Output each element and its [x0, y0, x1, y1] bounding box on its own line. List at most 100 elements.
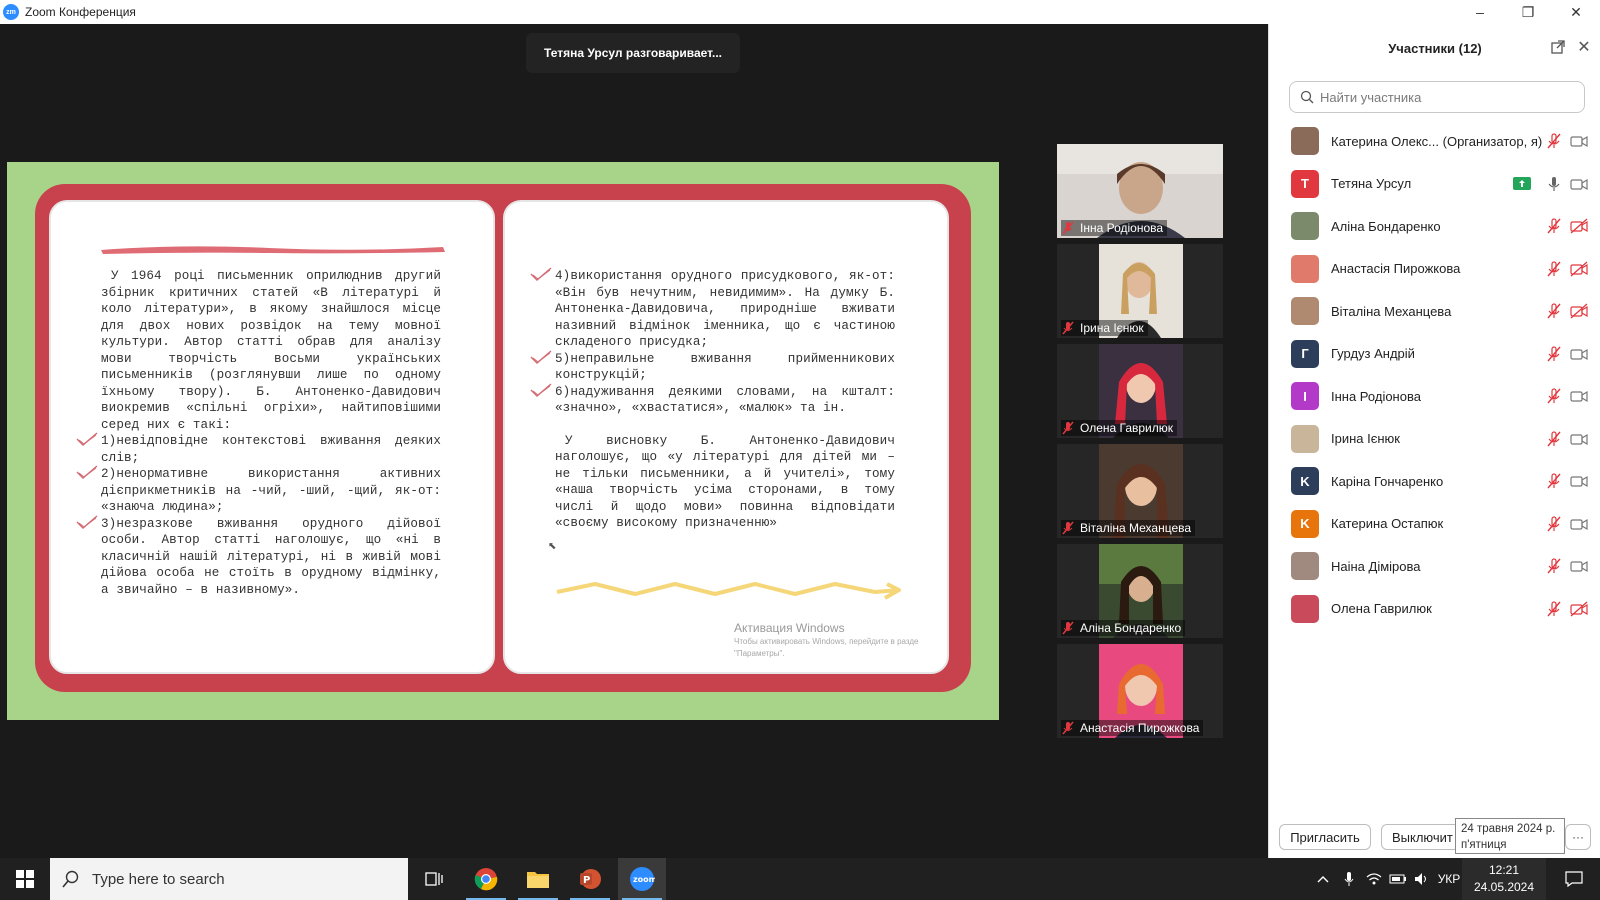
- video-tile[interactable]: Аліна Бондаренко: [1057, 544, 1223, 638]
- camera-off-icon[interactable]: [1570, 303, 1588, 319]
- mic-muted-icon: [1062, 521, 1074, 535]
- camera-off-icon[interactable]: [1570, 601, 1588, 617]
- mic-muted-icon[interactable]: [1546, 218, 1562, 234]
- video-tile[interactable]: Олена Гаврилюк: [1057, 344, 1223, 438]
- avatar: [1291, 594, 1319, 623]
- participant-name: Гурдуз Андрій: [1331, 346, 1415, 362]
- mic-muted-icon[interactable]: [1546, 558, 1562, 574]
- screen-share-icon: [1513, 177, 1531, 191]
- participant-row[interactable]: T Тетяна Урсул: [1269, 163, 1600, 206]
- clock-time: 12:21: [1488, 863, 1520, 877]
- camera-icon[interactable]: [1570, 473, 1588, 489]
- battery-icon[interactable]: [1386, 858, 1410, 900]
- more-options-button[interactable]: ···: [1565, 824, 1591, 850]
- window-title: Zoom Конференция: [25, 5, 136, 19]
- mic-muted-icon[interactable]: [1546, 261, 1562, 277]
- panel-title: Участники (12): [1388, 40, 1482, 56]
- check-icon: [76, 514, 98, 529]
- notifications-icon[interactable]: [1556, 858, 1592, 900]
- mic-muted-icon: [1062, 321, 1074, 335]
- camera-off-icon[interactable]: [1570, 261, 1588, 277]
- camera-icon[interactable]: [1570, 558, 1588, 574]
- list-item: 4)використання орудного присудкового, як…: [530, 267, 895, 351]
- participant-row[interactable]: K Каріна Гончаренко: [1269, 460, 1600, 503]
- meeting-area: Тетяна Урсул разговаривает... У 1964 роц…: [0, 24, 1268, 858]
- mic-muted-icon[interactable]: [1546, 473, 1562, 489]
- participant-search[interactable]: [1289, 81, 1585, 113]
- mic-muted-icon[interactable]: [1546, 388, 1562, 404]
- volume-icon[interactable]: [1410, 858, 1434, 900]
- taskbar-search[interactable]: Type here to search: [50, 858, 408, 900]
- taskbar-search-placeholder: Type here to search: [92, 870, 225, 888]
- video-tile[interactable]: Ірина Ієнюк: [1057, 244, 1223, 338]
- participant-row[interactable]: Г Гурдуз Андрій: [1269, 333, 1600, 376]
- camera-icon[interactable]: [1570, 176, 1588, 192]
- speaking-indicator: Тетяна Урсул разговаривает...: [526, 33, 740, 73]
- restore-button[interactable]: ❐: [1504, 0, 1552, 24]
- participant-row[interactable]: I Інна Родіонова: [1269, 375, 1600, 418]
- mic-muted-icon[interactable]: [1546, 431, 1562, 447]
- popout-icon[interactable]: [1549, 38, 1567, 56]
- language-indicator[interactable]: УКР: [1436, 858, 1462, 900]
- camera-icon[interactable]: [1570, 346, 1588, 362]
- participant-row[interactable]: K Катерина Остапюк: [1269, 503, 1600, 546]
- search-input[interactable]: [1320, 89, 1580, 105]
- participant-name: Каріна Гончаренко: [1331, 473, 1444, 489]
- participant-name: Інна Родіонова: [1331, 388, 1421, 404]
- participant-row[interactable]: Олена Гаврилюк: [1269, 588, 1600, 631]
- avatar: K: [1291, 509, 1319, 538]
- mic-muted-icon[interactable]: [1546, 516, 1562, 532]
- avatar: [1291, 127, 1319, 156]
- participant-name: Катерина Олекс... (Организатор, я): [1331, 133, 1543, 149]
- intro-paragraph: У 1964 році письменник оприлюднив другий…: [101, 269, 441, 432]
- book-left-page: У 1964 році письменник оприлюднив другий…: [49, 200, 495, 674]
- svg-text:zoom: zoom: [633, 875, 655, 884]
- mic-muted-icon[interactable]: [1546, 601, 1562, 617]
- microphone-icon[interactable]: [1338, 858, 1360, 900]
- participant-row[interactable]: Аліна Бондаренко: [1269, 205, 1600, 248]
- list-item-text: 2)ненормативне використання активних діє…: [101, 467, 441, 514]
- check-icon: [530, 349, 552, 364]
- camera-icon[interactable]: [1570, 516, 1588, 532]
- video-tile[interactable]: Інна Родіонова: [1057, 144, 1223, 238]
- show-hidden-icons-icon[interactable]: [1312, 858, 1334, 900]
- search-icon: [62, 870, 79, 888]
- mute-all-button[interactable]: Выключит: [1381, 824, 1461, 850]
- participant-row[interactable]: Анастасія Пирожкова: [1269, 248, 1600, 291]
- windows-activation-text: Чтобы активировать Windows, перейдите в …: [734, 636, 919, 660]
- mic-muted-icon[interactable]: [1546, 346, 1562, 362]
- list-item-text: 3)незразкове вживання орудного дійової о…: [101, 516, 441, 597]
- participant-row[interactable]: Наіна Дімірова: [1269, 545, 1600, 588]
- avatar: Г: [1291, 339, 1319, 368]
- mic-muted-icon[interactable]: [1546, 133, 1562, 149]
- start-button[interactable]: [0, 858, 50, 900]
- mic-icon[interactable]: [1546, 176, 1562, 192]
- participant-row[interactable]: Ірина Ієнюк: [1269, 418, 1600, 461]
- list-item: 6)надуживання деякими словами, на кшталт…: [530, 382, 895, 417]
- invite-button[interactable]: Пригласить: [1279, 824, 1371, 850]
- video-tile[interactable]: Анастасія Пирожкова: [1057, 644, 1223, 738]
- taskbar-clock[interactable]: 12:21 24.05.2024: [1462, 858, 1546, 900]
- yellow-arrow-stroke: [556, 582, 901, 600]
- camera-off-icon[interactable]: [1570, 218, 1588, 234]
- camera-icon[interactable]: [1570, 388, 1588, 404]
- participant-name: Аліна Бондаренко: [1331, 218, 1441, 234]
- chrome-icon[interactable]: [462, 858, 510, 900]
- powerpoint-icon[interactable]: P: [566, 858, 614, 900]
- camera-icon[interactable]: [1570, 133, 1588, 149]
- video-tile[interactable]: Віталіна Механцева: [1057, 444, 1223, 538]
- participant-row[interactable]: Віталіна Механцева: [1269, 290, 1600, 333]
- camera-icon[interactable]: [1570, 431, 1588, 447]
- zoom-logo-icon: zm: [3, 4, 19, 20]
- network-icon[interactable]: [1362, 858, 1386, 900]
- task-view-icon[interactable]: [410, 858, 458, 900]
- book-illustration: У 1964 році письменник оприлюднив другий…: [35, 184, 971, 692]
- file-explorer-icon[interactable]: [514, 858, 562, 900]
- participant-row[interactable]: Катерина Олекс... (Организатор, я): [1269, 120, 1600, 163]
- minimize-button[interactable]: –: [1456, 0, 1504, 24]
- zoom-taskbar-icon[interactable]: zoom: [618, 858, 666, 900]
- close-panel-icon[interactable]: ✕: [1575, 38, 1593, 56]
- right-page-text: 4)використання орудного присудкового, як…: [530, 267, 895, 532]
- close-button[interactable]: ✕: [1552, 0, 1600, 24]
- mic-muted-icon[interactable]: [1546, 303, 1562, 319]
